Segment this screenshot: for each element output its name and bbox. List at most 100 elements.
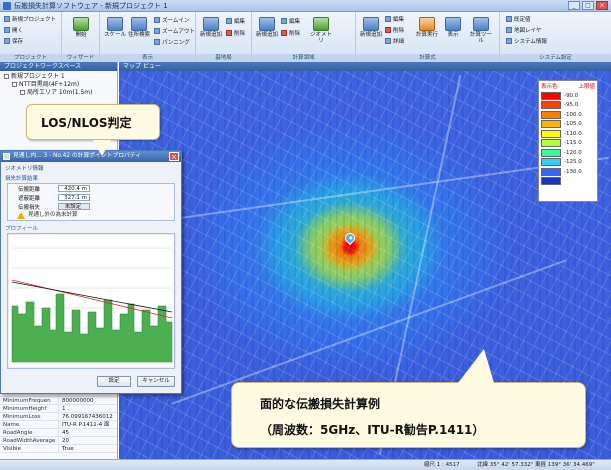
window-title: 伝搬損失計算ソフトウェア - 新規プロジェクト 1	[14, 2, 168, 10]
delete-base-station-button[interactable]: 削除	[226, 29, 245, 37]
dialog-close-button[interactable]: ×	[169, 152, 179, 161]
checkbox-icon	[20, 90, 25, 95]
edit-icon	[385, 16, 391, 22]
legend-row: -120.0	[541, 148, 595, 158]
legend-value: -125.0	[564, 159, 582, 166]
add-calc-area-button[interactable]: 新規追加	[254, 17, 280, 38]
legend-row: -90.0	[541, 91, 595, 101]
map-layer-button[interactable]: 地図レイヤ	[506, 26, 541, 34]
property-value: 76.099167436012	[58, 413, 117, 420]
ribbon-group-label: 基地局	[196, 54, 251, 62]
legend-row: -100.0	[541, 110, 595, 120]
display-icon	[445, 17, 461, 31]
zoom-out-button[interactable]: ズームアウト	[154, 27, 195, 35]
legend-upper-label: 上限値	[578, 84, 595, 90]
add-formula-button[interactable]: 新規追加	[358, 17, 384, 38]
run-calc-button[interactable]: 計算実行	[414, 17, 440, 38]
building-profile	[11, 293, 173, 363]
blocked-distance-field[interactable]: 327.1 m	[58, 194, 90, 201]
maximize-button[interactable]: □	[582, 1, 594, 10]
tree-node-area[interactable]: 局所エリア 10m(1.5m)	[4, 89, 113, 97]
geometry-button[interactable]: ジオメトリ	[308, 17, 334, 44]
warning-text: 見通し外の為未計算	[28, 212, 78, 218]
legend-swatch[interactable]	[541, 110, 561, 119]
legend-row: -105.0	[541, 120, 595, 130]
legend-swatch[interactable]	[541, 167, 561, 176]
legend-value: -90.0	[564, 92, 579, 99]
search-icon	[131, 17, 147, 31]
property-value: True	[58, 445, 117, 452]
legend-swatch[interactable]	[541, 91, 561, 100]
property-row[interactable]: MinimumLoss 76.099167436012	[0, 413, 117, 421]
zoom-in-button[interactable]: ズームイン	[154, 16, 189, 24]
calc-tool-button[interactable]: 計算ツール	[468, 17, 494, 44]
edit-formula-button[interactable]: 編集	[385, 15, 404, 23]
tree-node-project[interactable]: 新規プロジェクト 1	[4, 73, 113, 81]
geometry-tab[interactable]: ジオメトリ情報	[1, 162, 181, 173]
legend-swatch[interactable]	[541, 129, 561, 138]
minimize-button[interactable]: _	[568, 1, 580, 10]
property-row[interactable]: Name ITU-R P.1411-4 面	[0, 421, 117, 429]
edit-calc-area-button[interactable]: 編集	[281, 17, 300, 25]
save-icon	[4, 38, 10, 44]
property-grid: MinimumDistanc10 MinimumFrequen800000000…	[0, 389, 117, 453]
legend-value: -100.0	[564, 111, 582, 118]
legend-swatch[interactable]	[541, 158, 561, 167]
scale-readout: 縮尺 1 : 4517	[424, 462, 460, 468]
tree-node-base-station[interactable]: NTT目黒局(4F+12m)	[4, 81, 113, 89]
field-label: 伝搬損失	[18, 204, 41, 211]
delete-calc-area-button[interactable]: 削除	[281, 29, 300, 37]
wizard-start-button[interactable]: 開始	[68, 17, 94, 38]
system-info-button[interactable]: システム情報	[506, 37, 547, 45]
edit-base-station-button[interactable]: 編集	[226, 17, 245, 25]
legend-swatch[interactable]	[541, 177, 561, 186]
formula-detail-button[interactable]: 詳細	[385, 37, 404, 45]
cancel-button[interactable]: キャンセル	[137, 376, 175, 387]
legend-swatch[interactable]	[541, 139, 561, 148]
defaults-button[interactable]: 既定値	[506, 15, 531, 23]
legend-swatch[interactable]	[541, 148, 561, 157]
display-button[interactable]: 表示	[440, 17, 466, 38]
ribbon-group-label: 表示	[100, 54, 195, 62]
detail-icon	[385, 38, 391, 44]
add-base-station-button[interactable]: 新規追加	[198, 17, 224, 38]
wizard-icon	[73, 17, 89, 31]
distance-field[interactable]: 420.4 m	[58, 185, 90, 192]
warning-icon	[17, 212, 25, 219]
dialog-buttons: 設定 キャンセル	[1, 376, 181, 387]
property-row[interactable]: Visible True	[0, 445, 117, 453]
close-button[interactable]: ×	[596, 1, 608, 10]
property-row[interactable]: RoadAngle 45	[0, 429, 117, 437]
property-row[interactable]: RoadWidthAverage 20	[0, 437, 117, 445]
legend-swatch[interactable]	[541, 120, 561, 129]
property-row[interactable]: MinimumHeight 1	[0, 405, 117, 413]
ribbon-group-label: システム設定	[500, 54, 611, 62]
delete-icon	[226, 30, 232, 36]
property-value: 1	[58, 405, 117, 412]
open-button[interactable]: 開く	[4, 26, 23, 34]
scale-button[interactable]: スケール	[102, 17, 128, 38]
loss-field[interactable]: 未設定	[58, 203, 90, 210]
callout-line-1: 面的な伝搬損失計算例	[260, 397, 381, 411]
legend-swatch[interactable]	[541, 101, 561, 110]
calc-example-callout: 面的な伝搬損失計算例 （周波数：5GHz、ITU-R勧告P.1411）	[231, 349, 586, 448]
address-search-button[interactable]: 住所検索	[126, 17, 152, 38]
new-project-button[interactable]: 新規プロジェクト	[4, 15, 56, 23]
delete-formula-button[interactable]: 削除	[385, 26, 404, 34]
save-button[interactable]: 保存	[4, 37, 23, 45]
title-bar: 伝搬損失計算ソフトウェア - 新規プロジェクト 1 _ □ ×	[0, 0, 611, 12]
callout-tail	[458, 349, 494, 383]
field-row: 遮蔽距離 327.1 m	[8, 193, 174, 202]
ok-button[interactable]: 設定	[97, 376, 131, 387]
pan-button[interactable]: パンニング	[154, 38, 190, 46]
propagation-line	[11, 281, 173, 313]
dialog-icon	[3, 153, 10, 160]
legend-row: -115.0	[541, 139, 595, 149]
legend-value: -115.0	[564, 140, 582, 147]
dialog-title-bar: 見通し内... 3 - No.42 の計算ポイントプロパティ ×	[1, 151, 181, 162]
settings-icon	[506, 16, 512, 22]
property-key: MinimumLoss	[3, 414, 41, 420]
field-label: 伝搬距離	[18, 186, 41, 193]
property-row[interactable]: MinimumFrequen 800000000	[0, 397, 117, 405]
property-value: 20	[58, 437, 117, 444]
